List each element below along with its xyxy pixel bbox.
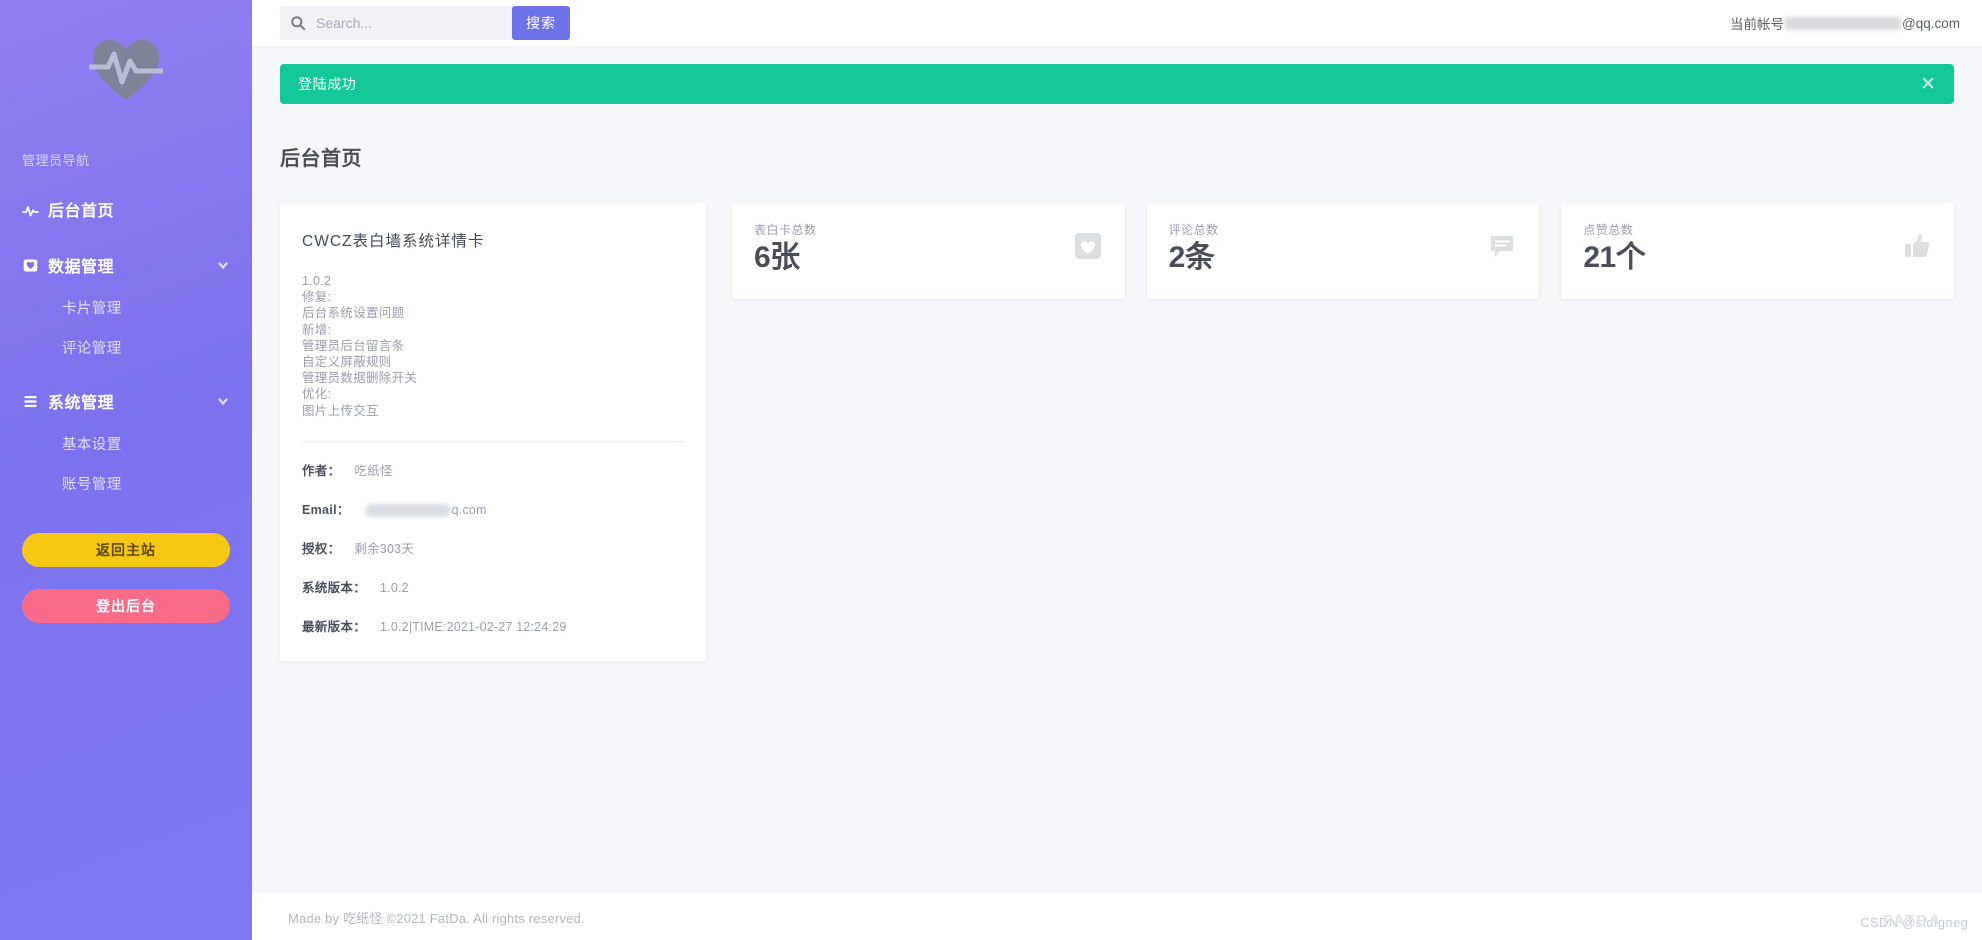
sidebar-subitem-label: 卡片管理 <box>62 300 122 317</box>
changelog-line: 管理员后台留言条 <box>302 338 405 353</box>
detail-value: 1.0.2|TIME:2021-02-27 12:24:29 <box>380 619 567 634</box>
detail-key: 最新版本： <box>302 619 367 634</box>
stat-card-cards-total: 表白卡总数 6张 <box>732 203 1125 299</box>
footer: Made by 吃纸怪 ©2021 FatDa. All rights rese… <box>252 894 1982 940</box>
main-area: 搜索 当前帐号 @qq.com 登陆成功 ✕ 后台首页 CWCZ表白墙系统详情卡… <box>252 0 1982 940</box>
logout-button[interactable]: 登出后台 <box>22 589 230 623</box>
stat-label: 评论总数 <box>1168 223 1219 237</box>
sidebar-item-label: 系统管理 <box>48 395 115 412</box>
stat-text: 评论总数 2条 <box>1169 221 1219 274</box>
system-info-card: CWCZ表白墙系统详情卡 1.0.2 修复: 后台系统设置问题 新增: 管理员后… <box>280 203 706 661</box>
changelog-line: 新增: <box>302 322 332 337</box>
sidebar-subitem-label: 账号管理 <box>62 476 122 493</box>
content-area: 登陆成功 ✕ 后台首页 CWCZ表白墙系统详情卡 1.0.2 修复: 后台系统设… <box>252 46 1982 894</box>
success-alert: 登陆成功 ✕ <box>280 64 1954 104</box>
changelog-list: 1.0.2 修复: 后台系统设置问题 新增: 管理员后台留言条 自定义屏蔽规则 … <box>302 273 684 419</box>
footer-text: Made by 吃纸怪 ©2021 FatDa. All rights rese… <box>288 910 585 926</box>
sidebar-item-label: 数据管理 <box>48 259 115 276</box>
thumbs-up-icon <box>1902 231 1932 261</box>
detail-key: 系统版本： <box>302 580 367 595</box>
email-redacted-block <box>364 504 451 518</box>
account-redacted-block <box>1785 16 1902 30</box>
detail-value: q.com <box>364 502 487 518</box>
card-heart-icon <box>22 257 48 274</box>
detail-key: Email： <box>302 502 350 517</box>
logo <box>0 0 252 140</box>
chevron-down-icon[interactable] <box>216 258 230 272</box>
detail-key: 授权： <box>302 541 341 556</box>
return-to-site-button[interactable]: 返回主站 <box>22 533 230 567</box>
detail-value: 剩余303天 <box>354 541 414 556</box>
dashboard-grid: CWCZ表白墙系统详情卡 1.0.2 修复: 后台系统设置问题 新增: 管理员后… <box>280 203 1955 661</box>
watermark-backdrop: FATDA <box>1883 912 1942 929</box>
stat-label: 点赞总数 <box>1583 223 1634 237</box>
divider <box>302 440 684 442</box>
changelog-line: 图片上传交互 <box>302 403 379 418</box>
search-box[interactable] <box>280 6 512 40</box>
list-lines-icon <box>22 393 48 410</box>
stat-text: 表白卡总数 6张 <box>754 221 817 274</box>
stat-value: 6张 <box>754 241 800 274</box>
detail-row-email: Email： q.com <box>302 499 684 518</box>
heartbeat-logo-icon <box>89 37 163 103</box>
email-suffix: q.com <box>451 502 487 517</box>
detail-row-license: 授权： 剩余303天 <box>302 538 684 557</box>
sidebar-subitem-card-management[interactable]: 卡片管理 <box>0 287 252 327</box>
sidebar-subitem-label: 评论管理 <box>62 340 122 357</box>
chevron-down-icon[interactable] <box>216 394 230 408</box>
topbar: 搜索 当前帐号 @qq.com <box>252 0 1982 46</box>
admin-dashboard: 管理员导航 后台首页 数据管理 卡片管理 评论管理 系统管理 基本设置 账号管理… <box>0 0 1982 940</box>
detail-row-latest-version: 最新版本： 1.0.2|TIME:2021-02-27 12:24:29 <box>302 616 684 635</box>
changelog-line: 修复: <box>302 290 332 305</box>
search-icon <box>290 15 306 31</box>
search-input[interactable] <box>316 15 502 31</box>
page-title: 后台首页 <box>280 148 362 170</box>
heart-square-icon <box>1073 231 1103 261</box>
changelog-line: 优化: <box>302 387 332 402</box>
close-icon[interactable]: ✕ <box>1920 75 1936 94</box>
stat-card-comments-total: 评论总数 2条 <box>1146 203 1540 299</box>
detail-row-author: 作者： 吃纸怪 <box>302 460 684 479</box>
detail-key: 作者： <box>302 463 341 478</box>
stat-text: 点赞总数 21个 <box>1583 221 1645 274</box>
alert-message: 登陆成功 <box>298 76 357 92</box>
changelog-line: 后台系统设置问题 <box>302 306 405 321</box>
changelog-line: 自定义屏蔽规则 <box>302 355 392 370</box>
comment-icon <box>1487 231 1517 261</box>
sidebar-subitem-account-management[interactable]: 账号管理 <box>0 463 252 503</box>
detail-row-system-version: 系统版本： 1.0.2 <box>302 577 684 596</box>
csdn-watermark: FATDA CSDN @stdfgneg <box>1860 912 1968 930</box>
detail-value: 1.0.2 <box>380 580 409 595</box>
sidebar: 管理员导航 后台首页 数据管理 卡片管理 评论管理 系统管理 基本设置 账号管理… <box>0 0 252 940</box>
sidebar-item-label: 后台首页 <box>48 203 115 220</box>
sidebar-subitem-label: 基本设置 <box>62 436 122 453</box>
info-card-title: CWCZ表白墙系统详情卡 <box>302 233 485 250</box>
sidebar-item-system-management[interactable]: 系统管理 <box>0 379 252 423</box>
changelog-line: 管理员数据删除开关 <box>302 371 418 386</box>
sidebar-subitem-basic-settings[interactable]: 基本设置 <box>0 423 252 463</box>
sidebar-nav-title: 管理员导航 <box>22 153 90 168</box>
stat-card-likes-total: 点赞总数 21个 <box>1561 203 1955 299</box>
detail-value: 吃纸怪 <box>354 463 393 478</box>
search-button[interactable]: 搜索 <box>512 6 570 40</box>
sidebar-subitem-comment-management[interactable]: 评论管理 <box>0 327 252 367</box>
stat-value: 2条 <box>1168 241 1215 274</box>
stat-cards: 表白卡总数 6张 评论总数 2条 点赞总数 21个 <box>732 203 1955 299</box>
sidebar-item-dashboard[interactable]: 后台首页 <box>0 187 252 231</box>
current-account: 当前帐号 @qq.com <box>1730 13 1960 33</box>
stat-value: 21个 <box>1583 241 1646 274</box>
activity-icon <box>22 201 48 218</box>
stat-label: 表白卡总数 <box>754 223 817 237</box>
changelog-line: 1.0.2 <box>302 274 332 288</box>
account-prefix-label: 当前帐号 <box>1730 17 1785 32</box>
account-suffix-label: @qq.com <box>1902 15 1960 31</box>
sidebar-item-data-management[interactable]: 数据管理 <box>0 243 252 287</box>
